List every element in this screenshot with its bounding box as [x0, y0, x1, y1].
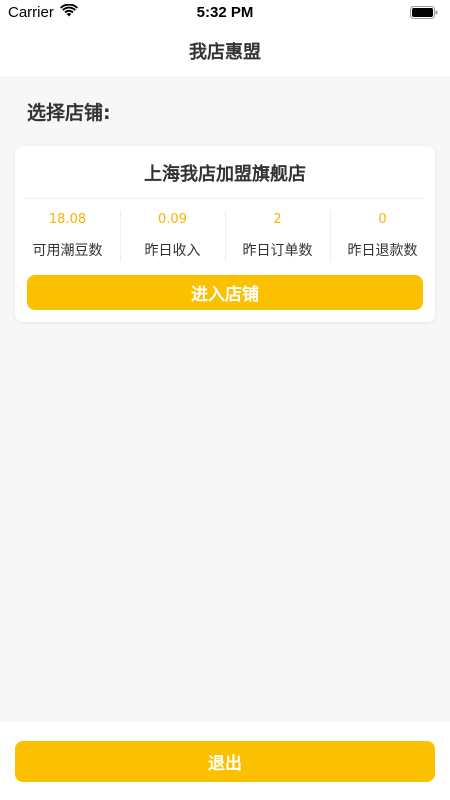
- page-title: 我店惠盟: [189, 42, 261, 63]
- stat-label: 昨日订单数: [242, 243, 313, 259]
- stat-value: 2: [273, 212, 282, 227]
- footer-bar: 退出: [0, 722, 450, 800]
- stat-value: 0.09: [158, 212, 187, 227]
- stat-value: 18.08: [48, 212, 87, 227]
- stat-yesterday-refunds: 0 昨日退款数: [330, 210, 435, 262]
- status-bar: Carrier 5:32 PM: [0, 0, 450, 26]
- stat-yesterday-orders: 2 昨日订单数: [225, 210, 330, 262]
- divider: [25, 198, 425, 199]
- store-card[interactable]: 上海我店加盟旗舰店 18.08 可用潮豆数 0.09 昨日收入 2 昨日订单数 …: [15, 146, 435, 322]
- stat-label: 可用潮豆数: [32, 243, 103, 259]
- battery-icon: [410, 6, 438, 23]
- stat-label: 昨日退款数: [347, 243, 418, 259]
- nav-bar: 我店惠盟: [0, 26, 450, 76]
- status-time: 5:32 PM: [196, 4, 254, 21]
- stat-value: 0: [378, 212, 387, 227]
- select-store-label: 选择店铺:: [27, 102, 111, 124]
- stat-available-beans: 18.08 可用潮豆数: [15, 210, 120, 262]
- enter-store-button[interactable]: 进入店铺: [27, 275, 423, 310]
- logout-button[interactable]: 退出: [15, 741, 435, 782]
- store-name: 上海我店加盟旗舰店: [144, 164, 306, 185]
- store-stats: 18.08 可用潮豆数 0.09 昨日收入 2 昨日订单数 0 昨日退款数: [15, 210, 435, 262]
- stat-yesterday-income: 0.09 昨日收入: [120, 210, 225, 262]
- stat-label: 昨日收入: [144, 243, 201, 259]
